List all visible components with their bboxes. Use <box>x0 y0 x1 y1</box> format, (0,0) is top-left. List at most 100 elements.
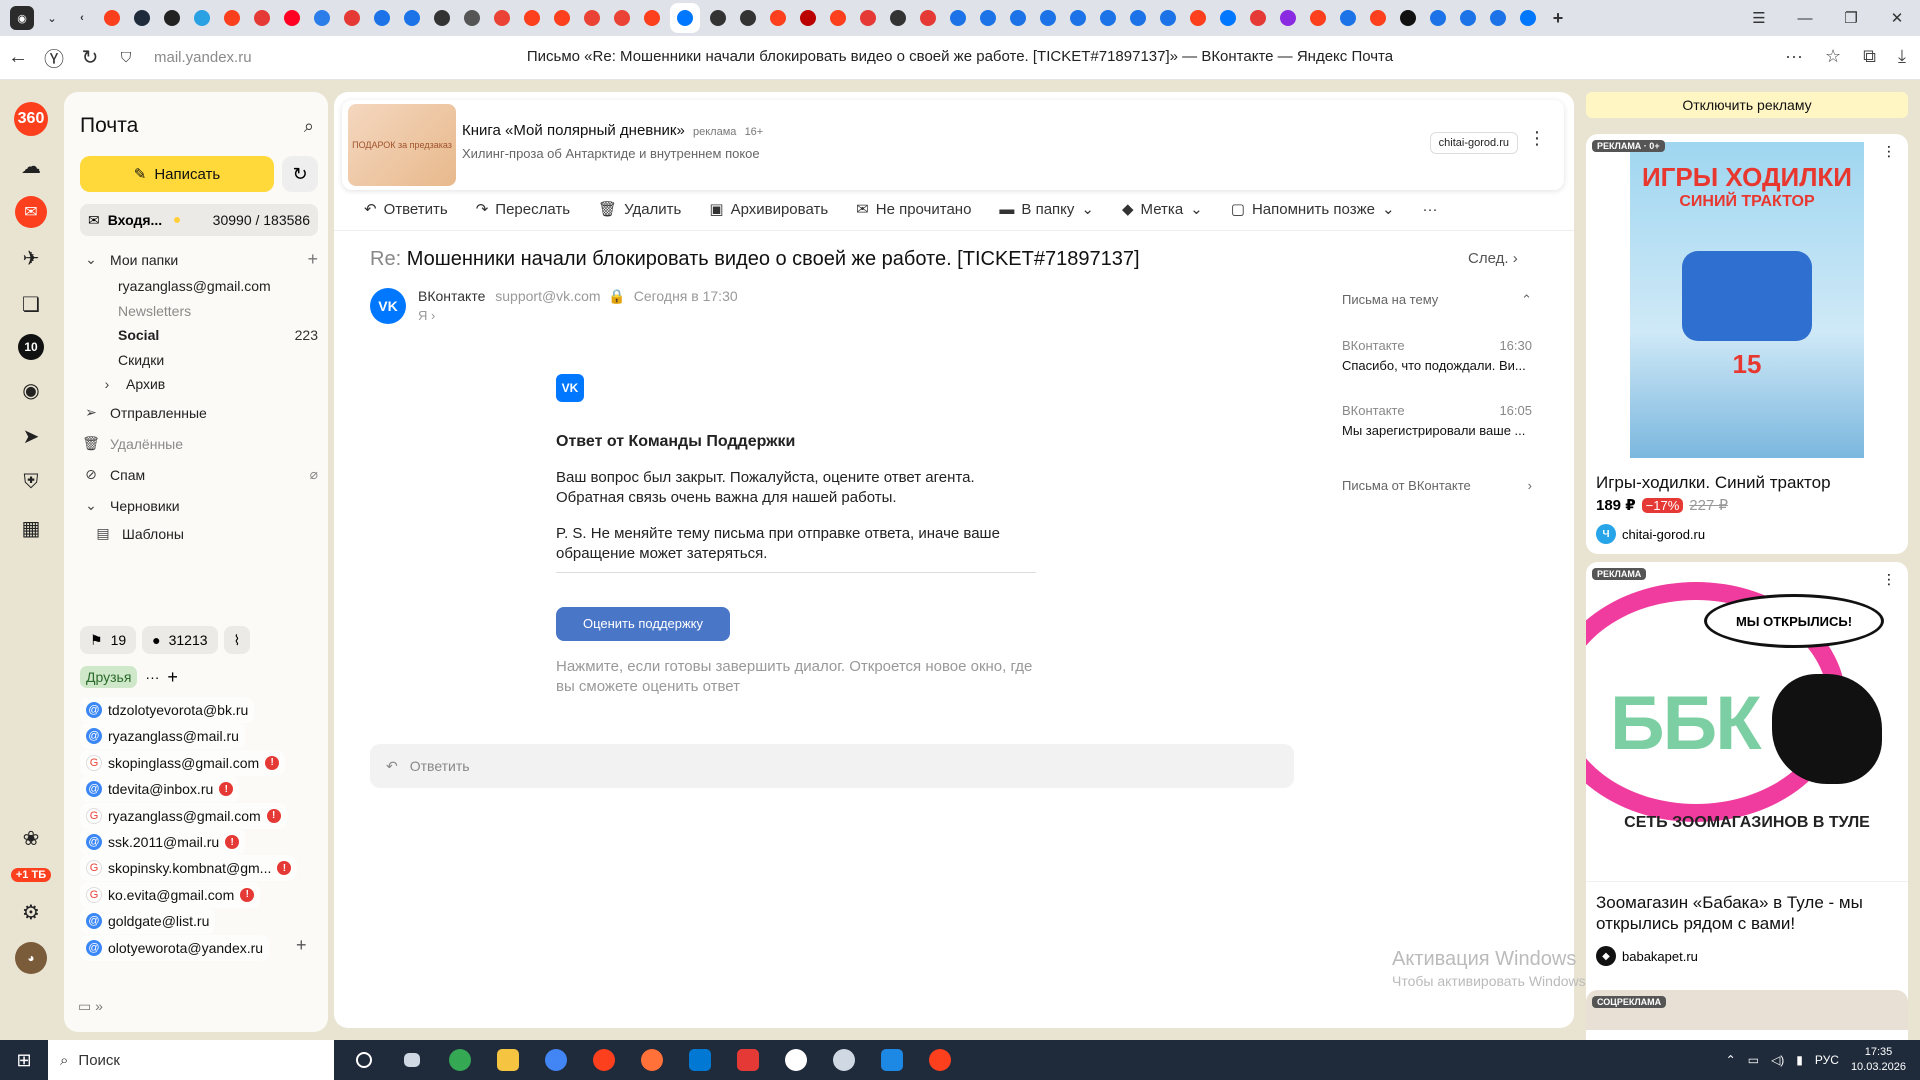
recipient-toggle[interactable]: Я › <box>418 308 435 323</box>
task-view-icon[interactable] <box>394 1040 430 1080</box>
browser-tab[interactable] <box>670 3 700 33</box>
folder-drafts[interactable]: ⌄ Черновики <box>80 497 318 514</box>
browser-tab[interactable] <box>1036 6 1060 30</box>
browser-tab[interactable] <box>1246 6 1270 30</box>
browser-tab[interactable] <box>1486 6 1510 30</box>
more-labels-icon[interactable]: ··· <box>145 669 159 685</box>
browser-tab[interactable] <box>826 6 850 30</box>
battery-icon[interactable]: ▮ <box>1796 1053 1803 1067</box>
new-tab-icon[interactable]: + <box>1546 6 1570 30</box>
compose-button[interactable]: ✎ Написать <box>80 156 274 192</box>
taskbar-app-yandex-browser-icon[interactable] <box>922 1040 958 1080</box>
collector-account[interactable]: @ ryazanglass@mail.ru <box>80 723 245 750</box>
messages-from-sender-link[interactable]: Письма от ВКонтакте › <box>1342 478 1532 493</box>
browser-tab[interactable] <box>430 6 454 30</box>
folder-sent[interactable]: ➢ Отправленные <box>80 404 318 421</box>
folder-inbox[interactable]: ✉ Входя... 30990 / 183586 <box>80 204 318 236</box>
taskbar-app-settings-icon[interactable] <box>826 1040 862 1080</box>
more-actions-icon[interactable]: ··· <box>1423 201 1438 218</box>
folder-social[interactable]: Social 223 <box>80 327 318 343</box>
browser-tab[interactable] <box>370 6 394 30</box>
cloud-icon[interactable]: ☁ <box>15 150 47 182</box>
taskbar-app-store-icon[interactable] <box>682 1040 718 1080</box>
add-account-icon[interactable]: + <box>296 935 307 956</box>
browser-tab[interactable] <box>796 6 820 30</box>
browser-tab[interactable] <box>490 6 514 30</box>
bookmarks-filter[interactable]: ⚑ 19 <box>80 626 137 654</box>
collector-account[interactable]: @ olotyeworota@yandex.ru <box>80 934 270 961</box>
browser-tab[interactable] <box>1366 6 1390 30</box>
expand-icon[interactable]: » <box>95 998 103 1014</box>
url-field[interactable]: mail.yandex.ru <box>154 49 514 66</box>
back-icon[interactable]: ← <box>0 46 36 69</box>
taskbar-app-remote-icon[interactable] <box>874 1040 910 1080</box>
browser-tab[interactable] <box>1336 6 1360 30</box>
storage-icon[interactable]: ❀ <box>15 822 47 854</box>
browser-tab[interactable] <box>946 6 970 30</box>
browser-tab[interactable] <box>886 6 910 30</box>
security-icon[interactable]: ⛨ <box>15 466 47 498</box>
taskbar-app-yandex2-icon[interactable] <box>778 1040 814 1080</box>
browser-tab[interactable] <box>580 6 604 30</box>
storage-badge[interactable]: +1 ТБ <box>10 868 52 882</box>
network-icon[interactable]: ▭ <box>1748 1053 1759 1067</box>
calendar-small-icon[interactable]: ▭ <box>78 998 91 1014</box>
collector-account[interactable]: Gskopinglass@gmail.com! <box>80 749 286 776</box>
move-to-folder-button[interactable]: ▬ В папку ⌄ <box>999 200 1094 219</box>
browser-tab[interactable] <box>310 6 334 30</box>
mail-icon[interactable]: ✉ <box>15 196 47 228</box>
sender-avatar[interactable]: VK <box>370 288 406 324</box>
windows-start-icon[interactable]: ⊞ <box>0 1040 48 1080</box>
folder-spam[interactable]: ⊘ Спам ⌀ <box>80 466 318 483</box>
thread-item[interactable]: ВКонтакте 16:30 Спасибо, что подождали. В… <box>1342 338 1532 373</box>
remind-later-button[interactable]: ▢ Напомнить позже ⌄ <box>1231 200 1395 219</box>
broom-icon[interactable]: ⌀ <box>310 466 318 483</box>
cortana-icon[interactable] <box>346 1040 382 1080</box>
browser-tab[interactable] <box>280 6 304 30</box>
folder-templates[interactable]: ▤ Шаблоны <box>80 525 318 542</box>
taskbar-app-firefox-icon[interactable] <box>634 1040 670 1080</box>
security-shield-icon[interactable]: ⛉ <box>108 49 144 66</box>
folder-archive[interactable]: › Архив <box>80 376 318 392</box>
label-button[interactable]: ◆ Метка ⌄ <box>1122 200 1203 219</box>
reload-icon[interactable]: ↻ <box>72 45 108 70</box>
tab-overview-icon[interactable]: ◉ <box>10 6 34 30</box>
collector-account[interactable]: @ goldgate@list.ru <box>80 908 216 935</box>
quick-reply-box[interactable]: ↶ Ответить <box>370 744 1294 788</box>
next-message-link[interactable]: След. › <box>1468 250 1518 267</box>
browser-tab[interactable] <box>1276 6 1300 30</box>
tab-dropdown-icon[interactable]: ⌄ <box>40 6 64 30</box>
search-icon[interactable]: ⌕ <box>304 116 314 137</box>
attachments-filter[interactable]: ⌇ <box>223 626 251 654</box>
bookmark-icon[interactable]: ☆ <box>1825 46 1841 67</box>
sender-name[interactable]: ВКонтакте <box>418 288 485 304</box>
browser-tab[interactable] <box>100 6 124 30</box>
browser-tab[interactable] <box>1096 6 1120 30</box>
collector-account[interactable]: @ tdzolotyevorota@bk.ru <box>80 697 255 723</box>
close-icon[interactable]: ✕ <box>1874 9 1920 27</box>
reply-button[interactable]: ↶ Ответить <box>364 200 448 219</box>
ad-card-board-game[interactable]: ИГРЫ ХОДИЛКИ СИНИЙ ТРАКТОР 15 РЕКЛАМА · … <box>1586 134 1908 554</box>
taskbar-app-browser-icon[interactable] <box>538 1040 574 1080</box>
forward-button[interactable]: ↷ Переслать <box>476 200 570 219</box>
menu-icon[interactable]: ☰ <box>1736 9 1782 27</box>
clock[interactable]: 17:35 10.03.2026 <box>1851 1045 1906 1075</box>
ad-card-social[interactable]: СОЦРЕКЛАМА <box>1586 990 1908 1030</box>
browser-tab[interactable] <box>1186 6 1210 30</box>
delete-button[interactable]: 🗑 Удалить <box>598 200 681 219</box>
collections-icon[interactable]: ⧉ <box>1863 46 1876 67</box>
browser-tab[interactable] <box>916 6 940 30</box>
browser-tab[interactable] <box>640 6 664 30</box>
browser-tab[interactable] <box>1396 6 1420 30</box>
ad-menu-icon[interactable]: ⋮ <box>1878 568 1900 590</box>
browser-tab[interactable] <box>460 6 484 30</box>
browser-tab[interactable] <box>160 6 184 30</box>
top-ad-banner[interactable]: ПОДАРОК за предзаказ Книга «Мой полярный… <box>342 100 1564 190</box>
browser-tab[interactable] <box>1306 6 1330 30</box>
browser-tab[interactable] <box>856 6 880 30</box>
taskbar-search[interactable]: ⌕ Поиск <box>48 1040 334 1080</box>
folder-discounts[interactable]: Скидки <box>80 352 318 368</box>
sender-email[interactable]: support@vk.com <box>495 288 600 304</box>
taskbar-app-wps-icon[interactable] <box>730 1040 766 1080</box>
browser-tab[interactable] <box>190 6 214 30</box>
